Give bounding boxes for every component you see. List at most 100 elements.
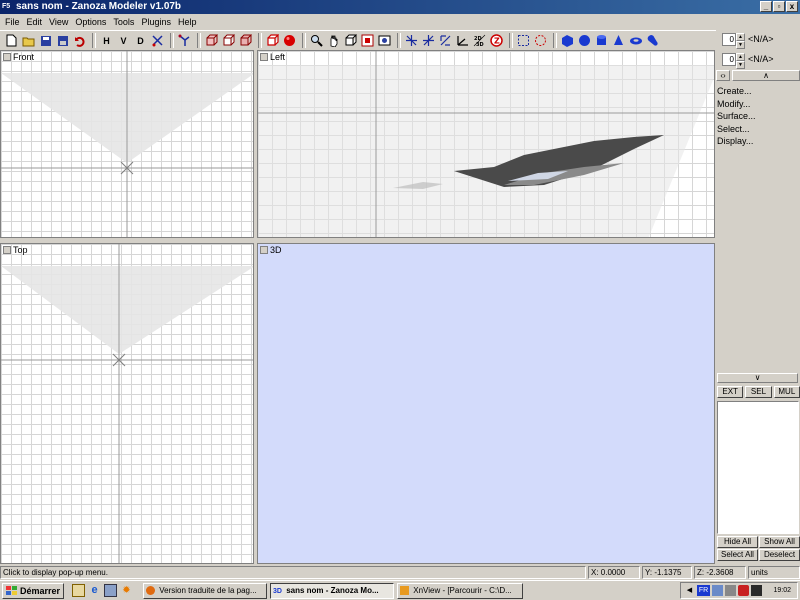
cylinder-blue-icon[interactable] (594, 33, 609, 48)
torus-blue-icon[interactable] (628, 33, 643, 48)
sphere-blue-icon[interactable] (577, 33, 592, 48)
cone-blue-icon[interactable] (611, 33, 626, 48)
2d3d-icon[interactable]: 2D 3D (472, 33, 487, 48)
viewport-menu-icon[interactable] (3, 53, 11, 61)
viewport-label[interactable]: Top (3, 245, 28, 255)
viewport-top[interactable]: Top (0, 243, 254, 564)
select-rect-icon[interactable] (516, 33, 531, 48)
save-icon[interactable] (38, 33, 53, 48)
clock[interactable]: 19:02 (773, 585, 797, 596)
antivirus-icon[interactable] (751, 585, 762, 596)
scale-icon[interactable] (421, 33, 436, 48)
panel-tabs: ‹› ∧ (716, 70, 800, 81)
tree-icon[interactable] (177, 33, 192, 48)
spinner-input[interactable]: 0 (722, 52, 736, 66)
box-top-icon[interactable] (238, 33, 253, 48)
save-as-icon[interactable] (55, 33, 70, 48)
viewport-label[interactable]: Left (260, 52, 285, 62)
viewport-menu-icon[interactable] (260, 53, 268, 61)
select-all-button[interactable]: Select All (717, 549, 758, 561)
cmd-create[interactable]: Create... (717, 85, 756, 98)
viewport-left[interactable]: Left (257, 50, 715, 238)
box-red-icon[interactable] (265, 33, 280, 48)
scissors-icon[interactable] (150, 33, 165, 48)
object-list[interactable] (717, 401, 799, 534)
viewport-3d[interactable]: 3D (257, 243, 715, 564)
menu-help[interactable]: Help (176, 17, 202, 27)
magnify-icon[interactable] (309, 33, 324, 48)
cmd-select[interactable]: Select... (717, 123, 756, 136)
z-icon[interactable]: Z (489, 33, 504, 48)
undo-icon[interactable] (72, 33, 87, 48)
start-button[interactable]: Démarrer (2, 582, 64, 599)
menu-bar: File Edit View Options Tools Plugins Hel… (0, 14, 800, 29)
cmd-modify[interactable]: Modify... (717, 98, 756, 111)
panel-collapse-up-button[interactable]: ∧ (732, 70, 800, 81)
deselect-button[interactable]: Deselect (759, 549, 800, 561)
toolbar-separator (197, 33, 201, 48)
sel-button[interactable]: SEL (745, 386, 772, 398)
menu-tools[interactable]: Tools (111, 17, 139, 27)
viewport-front[interactable]: Front (0, 50, 254, 238)
viewport-label-text: 3D (270, 245, 282, 255)
box-front-icon[interactable] (204, 33, 219, 48)
tray-arrow-icon[interactable]: ◀ (684, 585, 695, 596)
cmd-display[interactable]: Display... (717, 135, 756, 148)
visibility-buttons: Hide All Show All (717, 536, 800, 548)
tube-blue-icon[interactable] (645, 33, 660, 48)
maximize-button[interactable]: ▫ (773, 1, 785, 12)
viewport-menu-icon[interactable] (3, 246, 11, 254)
windows-logo-icon (6, 585, 17, 595)
rotate-icon[interactable] (438, 33, 453, 48)
cmd-surface[interactable]: Surface... (717, 110, 756, 123)
show-desktop-icon[interactable] (72, 584, 85, 597)
minimize-button[interactable]: _ (760, 1, 772, 12)
ext-button[interactable]: EXT (717, 386, 744, 398)
move-icon[interactable] (404, 33, 419, 48)
taskbar-item-xnview[interactable]: XnView - [Parcourir - C:\D... (397, 582, 523, 599)
security-icon[interactable] (738, 585, 749, 596)
box-side-icon[interactable] (221, 33, 236, 48)
internet-explorer-icon[interactable]: e (88, 584, 101, 597)
language-indicator[interactable]: FR (697, 585, 710, 596)
viewport-menu-icon[interactable] (260, 246, 268, 254)
app-shortcut-icon[interactable]: ✹ (120, 584, 133, 597)
view-h-button[interactable]: H (99, 33, 114, 48)
menu-file[interactable]: File (3, 17, 25, 27)
viewport-label[interactable]: 3D (260, 245, 282, 255)
title-bar[interactable]: F5 sans nom - Zanoza Modeler v1.07b _ ▫ … (0, 0, 800, 14)
show-all-button[interactable]: Show All (759, 536, 800, 548)
viewport-label[interactable]: Front (3, 52, 34, 62)
menu-options[interactable]: Options (73, 17, 111, 27)
panel-expand-down-button[interactable]: ∨ (717, 373, 798, 383)
command-list: Create... Modify... Surface... Select...… (717, 85, 756, 148)
view-v-button[interactable]: V (116, 33, 131, 48)
render-icon[interactable] (377, 33, 392, 48)
media-player-icon[interactable] (104, 584, 117, 597)
hand-icon[interactable] (326, 33, 341, 48)
fit-view-icon[interactable] (360, 33, 375, 48)
taskbar-item-zanoza[interactable]: 3D sans nom - Zanoza Mo... (270, 582, 394, 599)
menu-view[interactable]: View (47, 17, 73, 27)
select-circle-icon[interactable] (533, 33, 548, 48)
spinner-arrows[interactable]: ▲ ▼ (736, 32, 745, 49)
rotate-cube-icon[interactable] (343, 33, 358, 48)
cube-blue-icon[interactable] (560, 33, 575, 48)
spinner-arrows[interactable]: ▲ ▼ (736, 52, 745, 69)
taskbar-item-browser[interactable]: Version traduite de la pag... (143, 582, 267, 599)
network-icon[interactable] (712, 585, 723, 596)
axis-icon[interactable] (455, 33, 470, 48)
mul-button[interactable]: MUL (773, 386, 800, 398)
menu-plugins[interactable]: Plugins (139, 17, 176, 27)
hide-all-button[interactable]: Hide All (717, 536, 758, 548)
spinner-input[interactable]: 0 (722, 32, 736, 46)
open-folder-icon[interactable] (21, 33, 36, 48)
panel-switch-icon[interactable]: ‹› (716, 70, 730, 81)
volume-icon[interactable] (725, 585, 736, 596)
task-label: XnView - [Parcourir - C:\D... (413, 585, 512, 595)
menu-edit[interactable]: Edit (25, 17, 48, 27)
new-file-icon[interactable] (4, 33, 19, 48)
view-d-button[interactable]: D (133, 33, 148, 48)
close-button[interactable]: x (786, 1, 798, 12)
sphere-red-icon[interactable] (282, 33, 297, 48)
